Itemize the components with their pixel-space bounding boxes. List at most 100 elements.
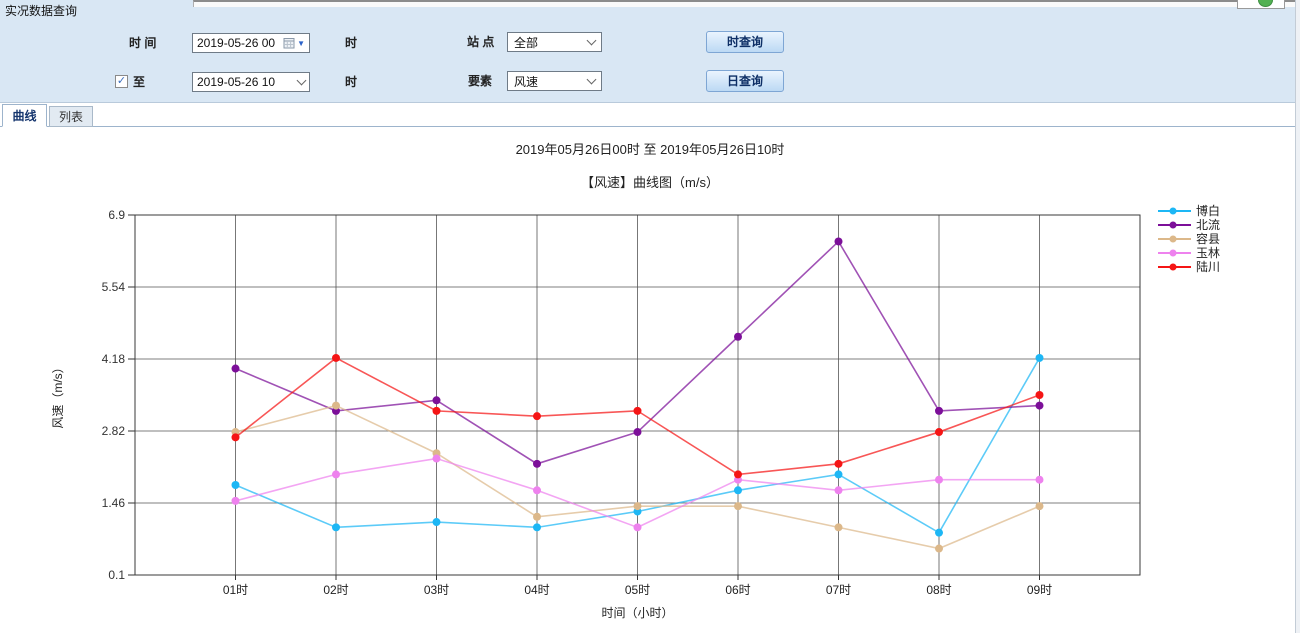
series-point-4-4 xyxy=(634,407,642,415)
calendar-icon[interactable] xyxy=(283,37,295,49)
series-point-2-7 xyxy=(935,545,943,553)
x-tick-label: 04时 xyxy=(524,583,549,597)
series-point-1-4 xyxy=(634,428,642,436)
series-point-2-6 xyxy=(835,523,843,531)
end-time-input[interactable]: 2019-05-26 10 xyxy=(192,72,310,92)
series-point-1-7 xyxy=(935,407,943,415)
series-point-3-7 xyxy=(935,476,943,484)
series-point-4-6 xyxy=(835,460,843,468)
legend-label-1: 北流 xyxy=(1196,218,1220,232)
series-point-2-3 xyxy=(533,513,541,521)
y-tick-label: 1.46 xyxy=(102,496,126,510)
series-point-0-1 xyxy=(332,523,340,531)
hour-query-button[interactable]: 时查询 xyxy=(706,31,784,53)
series-point-3-3 xyxy=(533,486,541,494)
x-tick-label: 05时 xyxy=(625,583,650,597)
legend-marker-3 xyxy=(1170,250,1177,257)
legend-marker-0 xyxy=(1170,208,1177,215)
y-tick-label: 4.18 xyxy=(102,352,126,366)
query-panel: 实况数据查询 时 间 2019-05-26 00 ▼ 时 站 点 全部 时查询 … xyxy=(0,0,1300,103)
series-point-3-8 xyxy=(1036,476,1044,484)
tabbar-divider xyxy=(0,126,1300,127)
series-point-0-7 xyxy=(935,529,943,537)
series-point-2-8 xyxy=(1036,502,1044,510)
series-point-0-5 xyxy=(734,486,742,494)
series-point-3-2 xyxy=(433,455,441,463)
series-point-4-1 xyxy=(332,354,340,362)
right-edge-strip xyxy=(1295,0,1300,633)
hour-unit-row1: 时 xyxy=(345,33,357,53)
to-label: 至 xyxy=(133,72,145,92)
chart-subtitle: 【风速】曲线图（m/s） xyxy=(0,172,1300,191)
series-point-1-0 xyxy=(232,365,240,373)
station-label: 站 点 xyxy=(467,32,494,52)
to-checkbox[interactable] xyxy=(115,75,128,88)
element-value: 风速 xyxy=(514,73,588,90)
element-label: 要素 xyxy=(468,71,492,91)
start-time-value: 2019-05-26 00 xyxy=(197,36,283,50)
series-point-4-5 xyxy=(734,470,742,478)
legend-label-0: 博白 xyxy=(1196,203,1220,218)
chevron-down-icon xyxy=(297,75,307,85)
series-point-2-1 xyxy=(332,402,340,410)
element-select[interactable]: 风速 xyxy=(507,71,602,91)
legend-label-2: 容县 xyxy=(1196,231,1220,246)
end-time-value: 2019-05-26 10 xyxy=(197,75,298,89)
series-point-1-5 xyxy=(734,333,742,341)
series-point-2-4 xyxy=(634,502,642,510)
view-tabbar: 曲线 列表 xyxy=(0,104,1300,127)
series-point-0-0 xyxy=(232,481,240,489)
series-point-4-8 xyxy=(1036,391,1044,399)
series-point-4-3 xyxy=(533,412,541,420)
chevron-down-icon xyxy=(587,35,597,45)
x-tick-label: 08时 xyxy=(926,583,951,597)
x-axis-title: 时间（小时） xyxy=(601,606,673,620)
time-label: 时 间 xyxy=(129,33,156,53)
x-tick-label: 02时 xyxy=(323,583,348,597)
series-point-1-6 xyxy=(835,237,843,245)
series-point-2-5 xyxy=(734,502,742,510)
series-point-1-8 xyxy=(1036,402,1044,410)
day-query-button[interactable]: 日查询 xyxy=(706,70,784,92)
series-point-4-2 xyxy=(433,407,441,415)
legend-label-3: 玉林 xyxy=(1196,246,1220,260)
y-axis-title: 风速（m/s） xyxy=(51,361,65,428)
station-value: 全部 xyxy=(514,34,588,51)
x-tick-label: 09时 xyxy=(1027,583,1052,597)
y-tick-label: 6.9 xyxy=(108,208,125,222)
start-time-input[interactable]: 2019-05-26 00 ▼ xyxy=(192,33,310,53)
series-point-0-6 xyxy=(835,470,843,478)
legend-marker-2 xyxy=(1170,236,1177,243)
y-tick-label: 2.82 xyxy=(102,424,126,438)
legend-marker-1 xyxy=(1170,222,1177,229)
x-tick-label: 07时 xyxy=(826,583,851,597)
series-point-1-3 xyxy=(533,460,541,468)
legend-label-4: 陆川 xyxy=(1196,259,1220,274)
chevron-down-icon xyxy=(587,74,597,84)
station-select[interactable]: 全部 xyxy=(507,32,602,52)
y-tick-label: 0.1 xyxy=(108,568,125,582)
series-point-4-7 xyxy=(935,428,943,436)
y-tick-label: 5.54 xyxy=(102,280,126,294)
series-point-3-6 xyxy=(835,486,843,494)
hour-unit-row2: 时 xyxy=(345,72,357,92)
tab-list[interactable]: 列表 xyxy=(49,106,93,127)
wind-speed-line-chart: 6.95.544.182.821.460.101时02时03时04时05时06时… xyxy=(0,195,1300,633)
status-indicator-icon xyxy=(1258,0,1273,7)
series-point-3-4 xyxy=(634,523,642,531)
series-point-4-0 xyxy=(232,433,240,441)
date-dropdown-arrow-icon[interactable]: ▼ xyxy=(297,39,305,48)
series-point-0-2 xyxy=(433,518,441,526)
chart-title: 2019年05月26日00时 至 2019年05月26日10时 xyxy=(0,139,1300,158)
series-point-3-1 xyxy=(332,470,340,478)
x-tick-label: 06时 xyxy=(725,583,750,597)
page-title: 实况数据查询 xyxy=(5,2,77,19)
legend-marker-4 xyxy=(1170,264,1177,271)
series-point-0-3 xyxy=(533,523,541,531)
tab-curve[interactable]: 曲线 xyxy=(2,104,47,127)
series-point-0-8 xyxy=(1036,354,1044,362)
x-tick-label: 01时 xyxy=(223,583,248,597)
window-control xyxy=(1237,0,1285,9)
window-top-strip xyxy=(193,0,1300,7)
series-point-3-0 xyxy=(232,497,240,505)
